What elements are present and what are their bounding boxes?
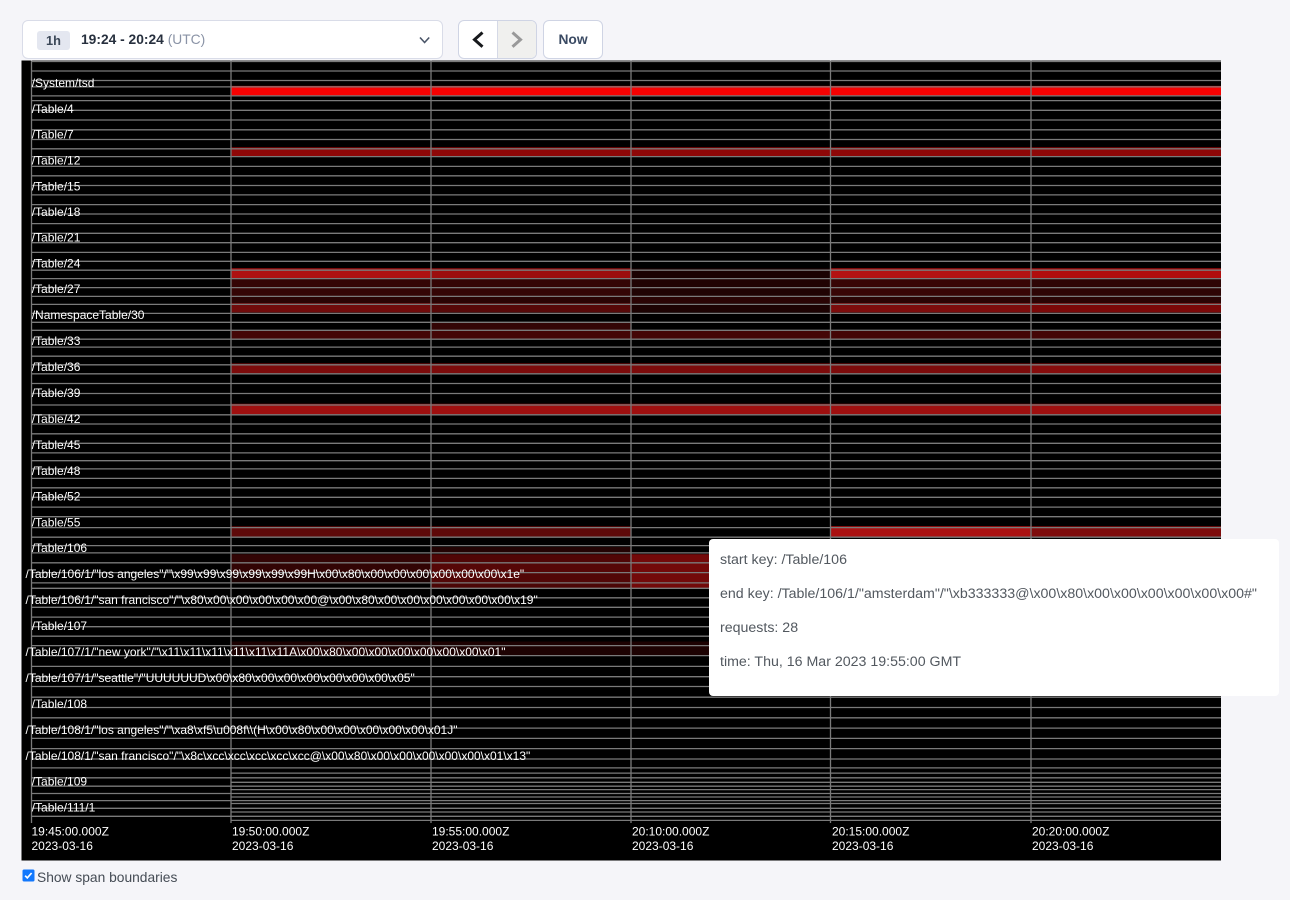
svg-text:19:55:00.000Z: 19:55:00.000Z xyxy=(432,825,509,839)
svg-text:/Table/107/1/"new york"/"\x11\: /Table/107/1/"new york"/"\x11\x11\x11\x1… xyxy=(26,645,506,659)
svg-text:/Table/106/1/"san francisco"/": /Table/106/1/"san francisco"/"\x80\x00\x… xyxy=(26,593,538,607)
svg-text:19:50:00.000Z: 19:50:00.000Z xyxy=(232,825,309,839)
svg-text:20:20:00.000Z: 20:20:00.000Z xyxy=(1032,825,1109,839)
svg-text:/Table/52: /Table/52 xyxy=(32,490,81,504)
svg-text:20:15:00.000Z: 20:15:00.000Z xyxy=(832,825,909,839)
svg-text:/Table/24: /Table/24 xyxy=(32,257,81,271)
svg-text:/Table/108/1/"san francisco"/": /Table/108/1/"san francisco"/"\x8c\xcc\x… xyxy=(26,749,531,763)
svg-text:2023-03-16: 2023-03-16 xyxy=(632,839,694,853)
svg-text:2023-03-16: 2023-03-16 xyxy=(832,839,894,853)
svg-text:/Table/18: /Table/18 xyxy=(32,205,81,219)
svg-text:/Table/106/1/"los angeles"/"\x: /Table/106/1/"los angeles"/"\x99\x99\x99… xyxy=(26,567,525,581)
svg-text:/Table/108/1/"los angeles"/"\x: /Table/108/1/"los angeles"/"\xa8\xf5\u00… xyxy=(26,723,458,737)
svg-text:20:10:00.000Z: 20:10:00.000Z xyxy=(632,825,709,839)
svg-text:/Table/55: /Table/55 xyxy=(32,516,81,530)
svg-text:/Table/21: /Table/21 xyxy=(32,231,81,245)
svg-text:2023-03-16: 2023-03-16 xyxy=(232,839,294,853)
svg-text:19:45:00.000Z: 19:45:00.000Z xyxy=(32,825,109,839)
svg-text:/Table/36: /Table/36 xyxy=(32,360,81,374)
svg-text:/Table/27: /Table/27 xyxy=(32,282,81,296)
svg-text:2023-03-16: 2023-03-16 xyxy=(1032,839,1094,853)
svg-text:/System/tsd: /System/tsd xyxy=(32,76,95,90)
svg-text:/Table/42: /Table/42 xyxy=(32,412,81,426)
svg-text:/Table/39: /Table/39 xyxy=(32,386,81,400)
svg-text:/Table/107/1/"seattle"/"UUUUUU: /Table/107/1/"seattle"/"UUUUUUD\x00\x80\… xyxy=(26,671,415,685)
svg-text:/Table/45: /Table/45 xyxy=(32,438,81,452)
svg-text:/Table/107: /Table/107 xyxy=(32,619,88,633)
svg-text:/Table/4: /Table/4 xyxy=(32,102,74,116)
svg-text:2023-03-16: 2023-03-16 xyxy=(432,839,494,853)
svg-text:/Table/15: /Table/15 xyxy=(32,180,81,194)
svg-text:/Table/33: /Table/33 xyxy=(32,334,81,348)
svg-text:2023-03-16: 2023-03-16 xyxy=(32,839,94,853)
svg-text:/Table/111/1: /Table/111/1 xyxy=(32,801,96,815)
svg-text:/Table/12: /Table/12 xyxy=(32,154,81,168)
svg-text:/Table/7: /Table/7 xyxy=(32,128,74,142)
svg-text:/Table/106: /Table/106 xyxy=(32,541,88,555)
svg-text:/Table/109: /Table/109 xyxy=(32,775,88,789)
svg-text:/NamespaceTable/30: /NamespaceTable/30 xyxy=(32,308,145,322)
svg-text:/Table/48: /Table/48 xyxy=(32,464,81,478)
svg-text:/Table/108: /Table/108 xyxy=(32,697,88,711)
